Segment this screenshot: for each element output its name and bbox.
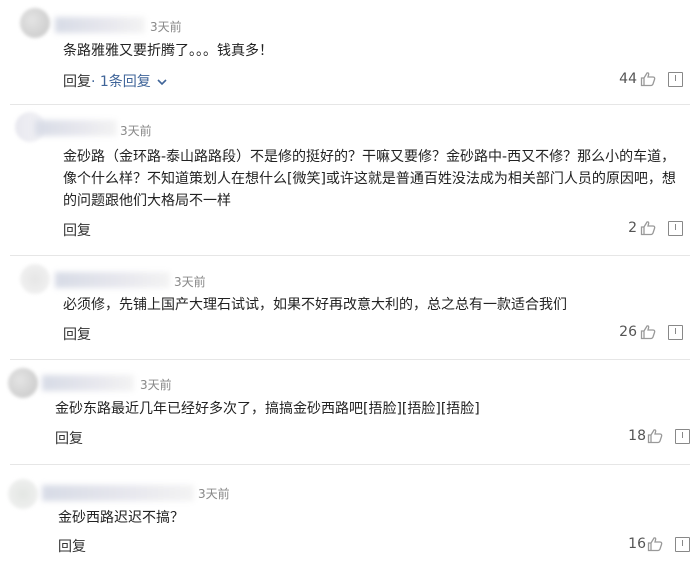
comment-time: 3天前 [140, 378, 172, 392]
comment-time: 3天前 [150, 20, 182, 34]
username[interactable] [55, 272, 170, 288]
reply-button[interactable]: 回复 [58, 536, 86, 556]
username[interactable] [42, 375, 134, 391]
reply-button[interactable]: 回复 [55, 428, 83, 448]
report-icon[interactable] [675, 429, 690, 444]
like-count: 16 [628, 536, 646, 552]
report-icon[interactable] [668, 325, 683, 340]
like-count: 2 [628, 220, 637, 236]
comment-item: 3天前 金砂西路迟迟不搞？ 回复 16 [0, 465, 700, 570]
like-count: 26 [619, 324, 637, 340]
avatar[interactable] [8, 479, 38, 509]
reply-button[interactable]: 回复 [63, 324, 91, 344]
username[interactable] [35, 120, 117, 136]
view-replies-link[interactable]: · 1条回复 [91, 71, 167, 91]
report-icon[interactable] [668, 221, 683, 236]
thumbs-up-icon[interactable] [647, 428, 663, 444]
comment-text: 金砂东路最近几年已经好多次了，搞搞金砂西路吧[捂脸][捂脸][捂脸] [55, 401, 480, 417]
report-icon[interactable] [675, 537, 690, 552]
comment-text: 金砂西路迟迟不搞？ [58, 510, 184, 526]
reply-button[interactable]: 回复 [63, 220, 91, 240]
chevron-down-icon [157, 79, 167, 86]
avatar[interactable] [20, 8, 50, 38]
thumbs-up-icon[interactable] [640, 220, 656, 236]
comment-text: 条路雅雅又要折腾了。。。钱真多！ [63, 43, 273, 59]
avatar[interactable] [20, 264, 50, 294]
like-count: 18 [628, 428, 646, 444]
comment-time: 3天前 [198, 487, 230, 501]
thumbs-up-icon[interactable] [647, 536, 663, 552]
like-count: 44 [619, 71, 637, 87]
reply-button[interactable]: 回复 [63, 71, 91, 91]
thumbs-up-icon[interactable] [640, 324, 656, 340]
avatar[interactable] [8, 368, 38, 398]
comment-time: 3天前 [120, 124, 152, 138]
view-replies-label: · 1条回复 [91, 74, 151, 90]
comment-item: 3天前 金砂东路最近几年已经好多次了，搞搞金砂西路吧[捂脸][捂脸][捂脸] 回… [0, 360, 700, 464]
comment-text: 必须修，先铺上国产大理石试试，如果不好再改意大利的，总之总有一款适合我们 [63, 297, 567, 313]
comment-item: 3天前 金砂路（金环路-泰山路路段）不是修的挺好的？干嘛又要修？金砂路中-西又不… [0, 105, 700, 255]
comment-time: 3天前 [174, 275, 206, 289]
thumbs-up-icon[interactable] [640, 71, 656, 87]
comment-item: 3天前 条路雅雅又要折腾了。。。钱真多！ 回复 · 1条回复 44 [0, 0, 700, 104]
comment-text: 金砂路（金环路-泰山路路段）不是修的挺好的？干嘛又要修？金砂路中-西又不修？那么… [63, 149, 676, 209]
username[interactable] [42, 485, 194, 501]
report-icon[interactable] [668, 72, 683, 87]
comment-item: 3天前 必须修，先铺上国产大理石试试，如果不好再改意大利的，总之总有一款适合我们… [0, 256, 700, 359]
username[interactable] [55, 17, 145, 33]
